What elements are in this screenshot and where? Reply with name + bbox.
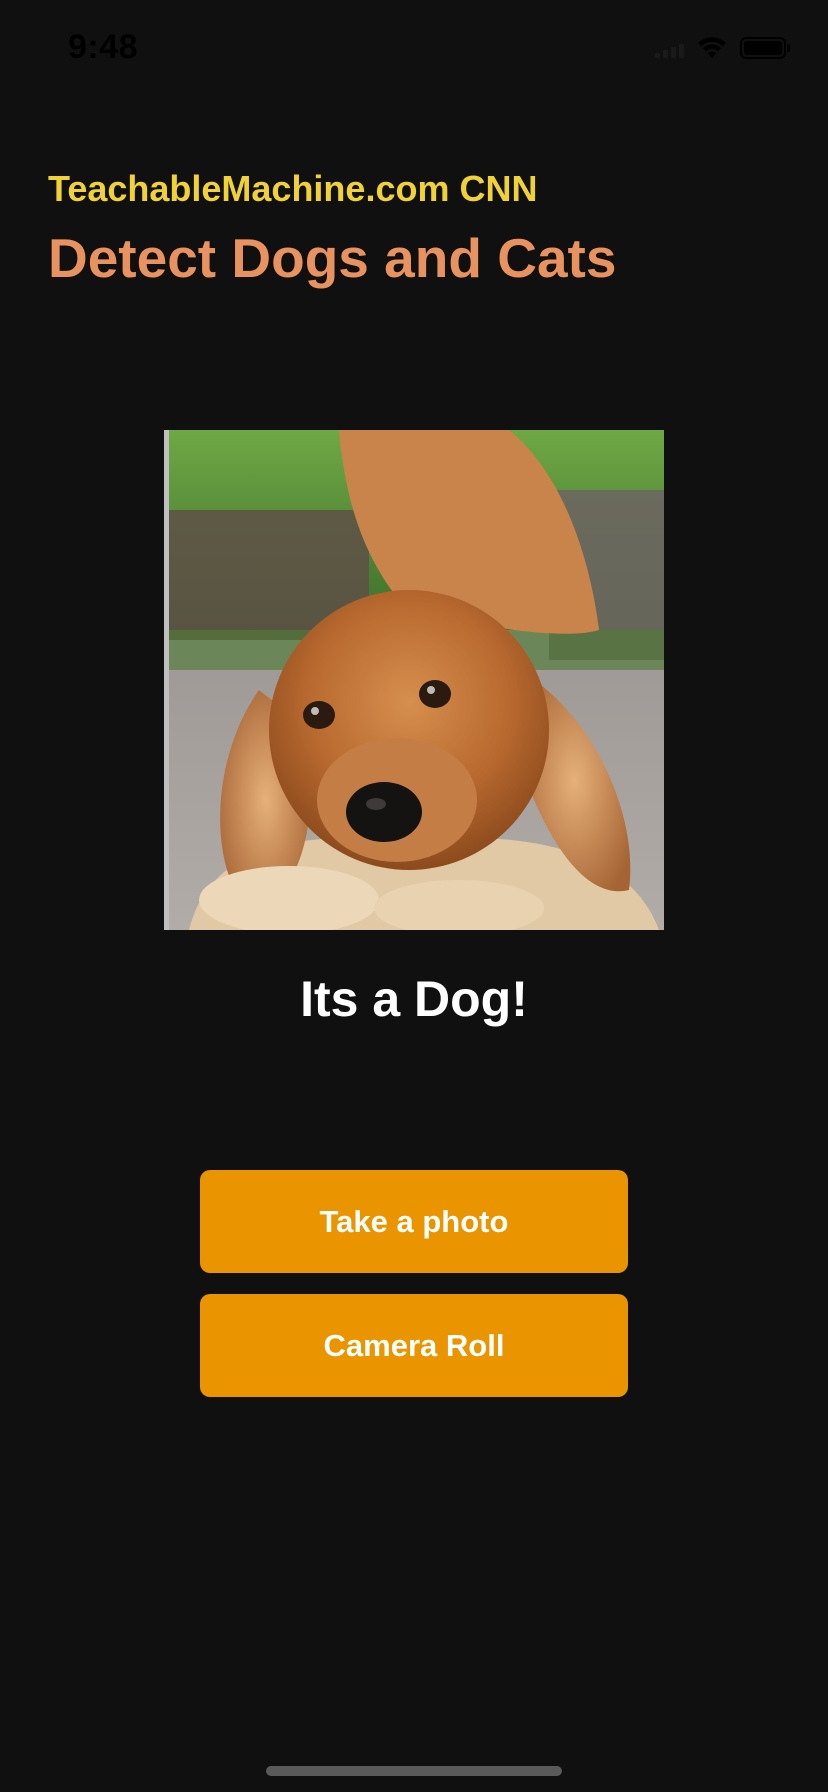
app-subtitle: TeachableMachine.com CNN [48,168,538,209]
wifi-icon [696,36,728,60]
home-indicator[interactable] [266,1766,562,1776]
battery-icon [740,36,792,60]
dog-photo [164,430,664,930]
take-photo-button[interactable]: Take a photo [200,1170,628,1273]
prediction-result: Its a Dog! [300,971,528,1027]
page-title: Detect Dogs and Cats [48,227,617,289]
status-bar: 9:48 [0,0,828,100]
signal-icon [655,38,684,58]
status-icons [655,36,792,60]
camera-roll-button[interactable]: Camera Roll [200,1294,628,1397]
status-time: 9:48 [68,28,139,66]
